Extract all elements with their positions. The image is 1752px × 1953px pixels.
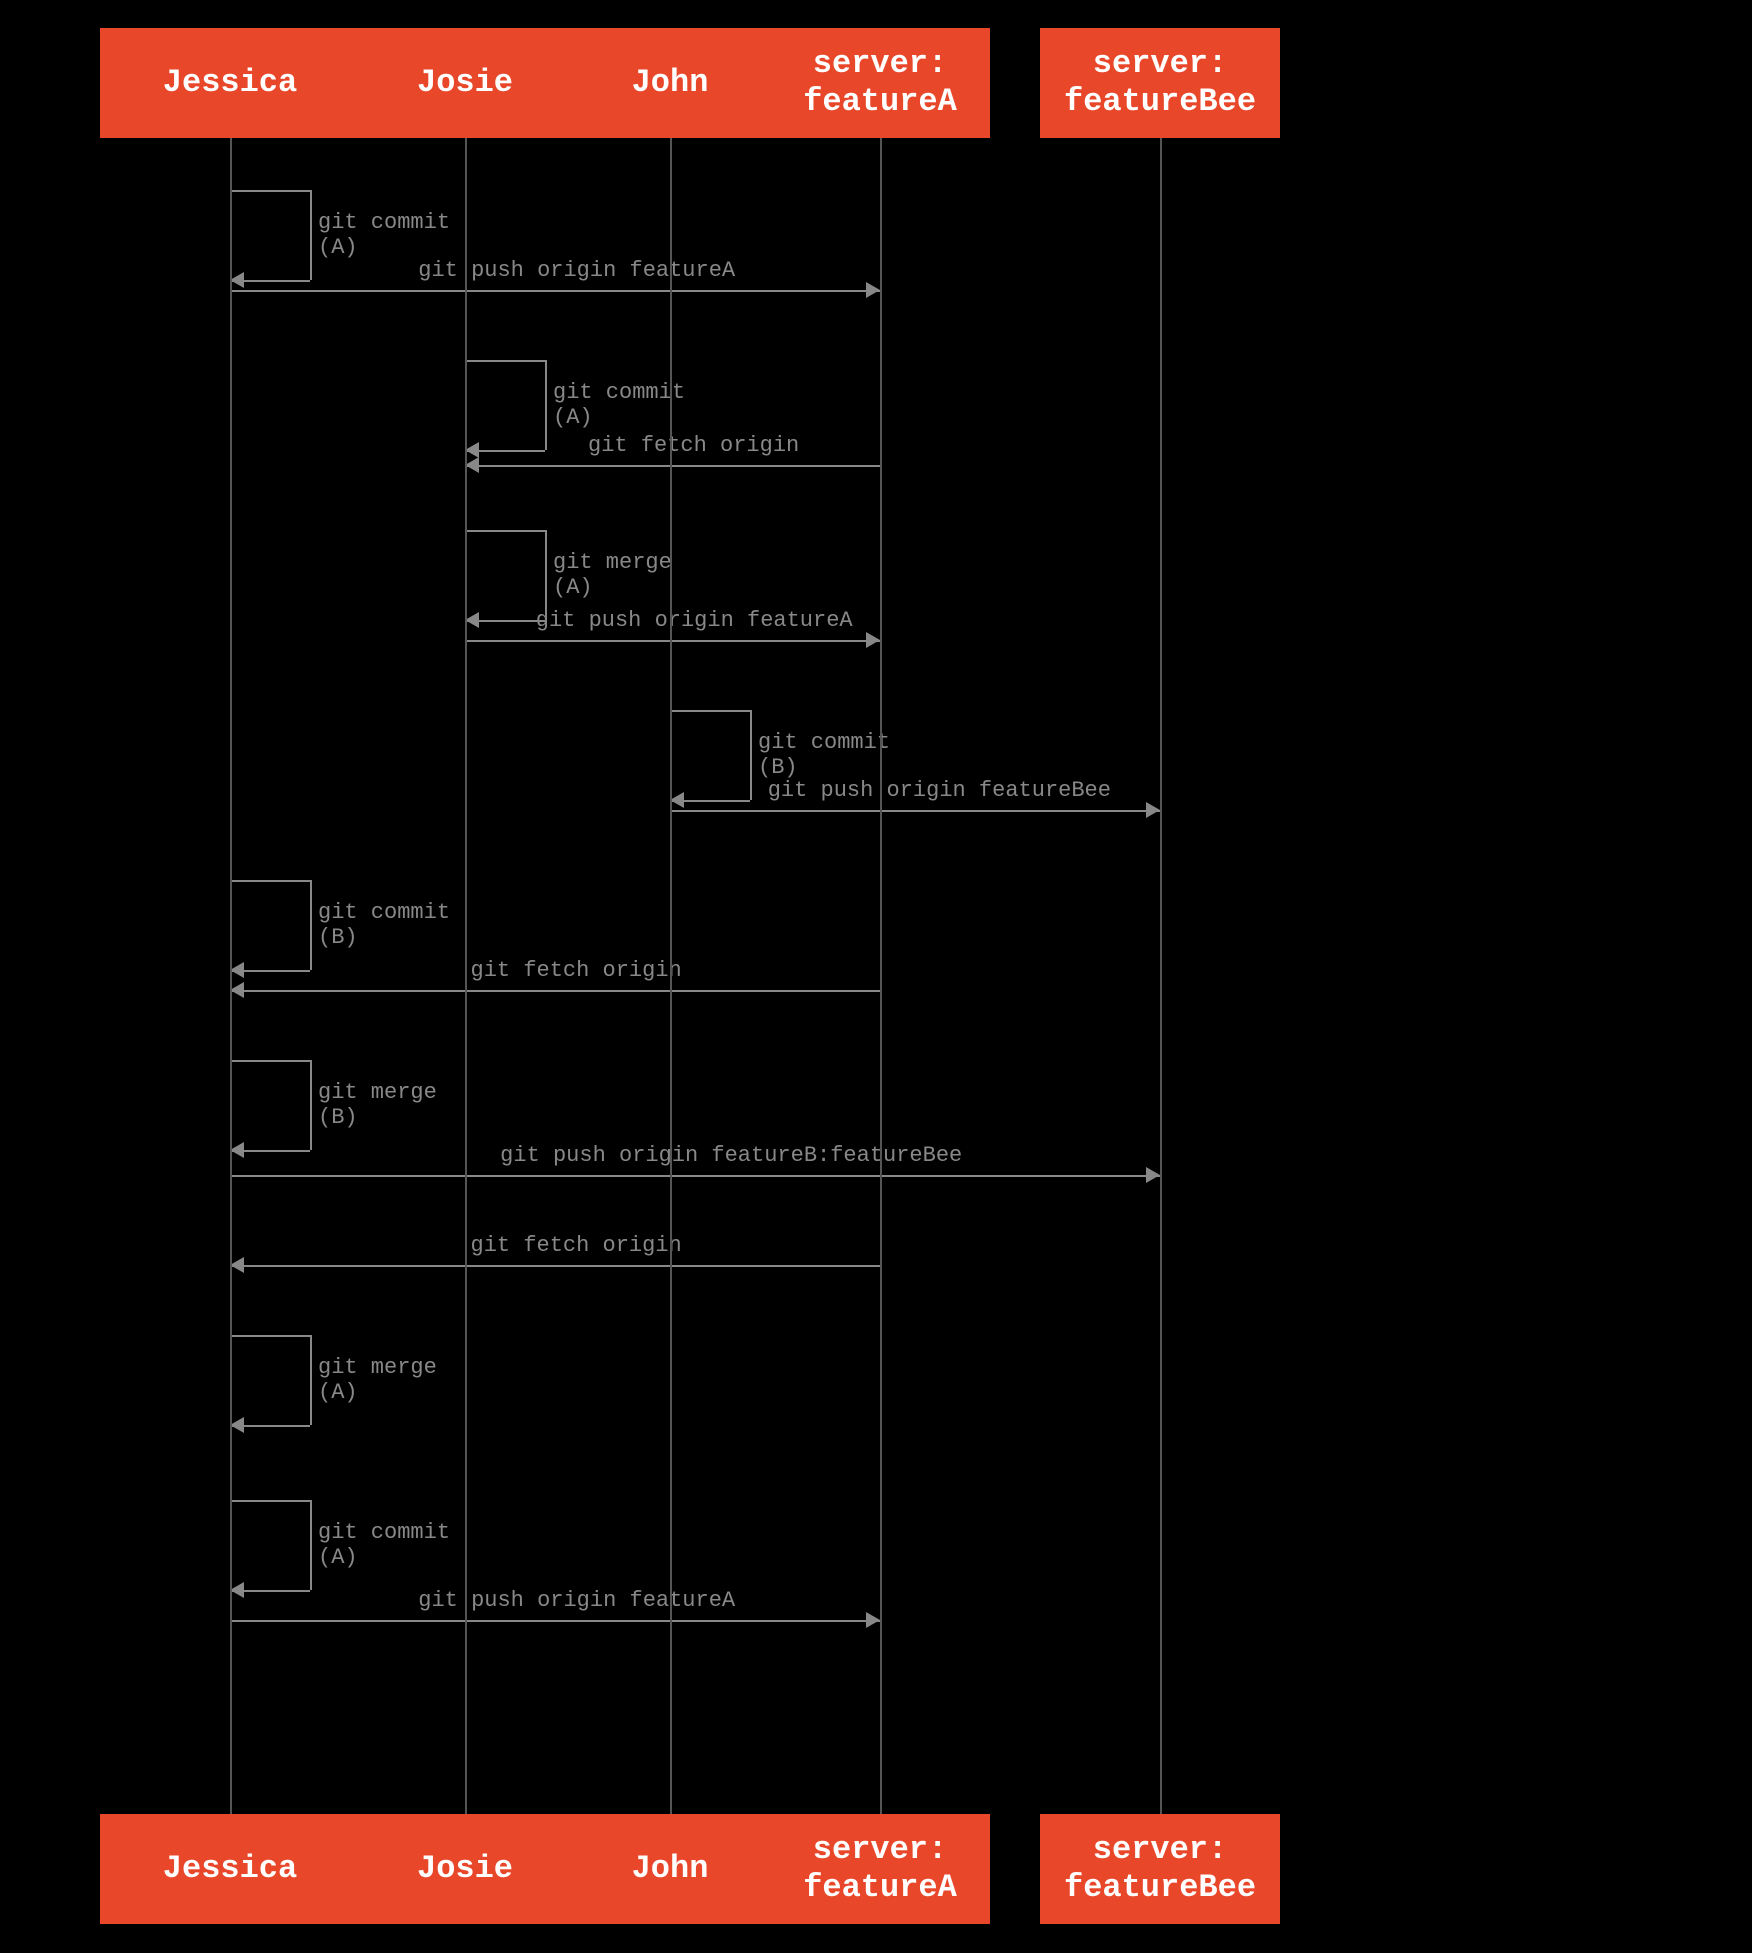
diagram: JessicaJessicaJosieJosieJohnJohnserver: … [0,0,1752,1953]
arrowhead-right [866,282,880,298]
arrow-label: git push origin featureBee [768,778,1111,803]
self-arrow-label: git merge (A) [318,1355,437,1405]
arrow-line [230,1175,1160,1177]
self-arrow-right [310,1500,312,1590]
actor-box-serverfeatureA: server: featureA [770,28,990,138]
arrow-label: git push origin featureB:featureBee [500,1143,962,1168]
actor-box-serverfeatureA: server: featureA [770,1814,990,1924]
arrowhead-self [230,272,244,288]
arrowhead-right [866,632,880,648]
arrowhead-self [230,1417,244,1433]
self-arrow-top [230,1060,310,1062]
arrow-line [465,465,880,467]
self-arrow-top [465,530,545,532]
arrow-line [230,990,880,992]
arrowhead-right [866,1612,880,1628]
arrowhead-self [230,962,244,978]
self-arrow-label: git commit (A) [553,380,685,430]
self-arrow-right [545,360,547,450]
arrow-line [230,1620,880,1622]
arrow-label: git fetch origin [588,433,799,458]
arrow-line [230,290,880,292]
arrow-label: git fetch origin [471,958,682,983]
actor-box-serverfeatureBee: server: featureBee [1040,1814,1280,1924]
arrow-line [670,810,1160,812]
arrowhead-left [465,457,479,473]
self-arrow-label: git commit (A) [318,1520,450,1570]
arrow-line [230,1265,880,1267]
self-arrow-top [230,1335,310,1337]
arrowhead-self [465,612,479,628]
lifeline [230,138,232,1814]
actor-box-John: John [570,1814,770,1924]
arrowhead-left [230,1257,244,1273]
arrowhead-self [230,1582,244,1598]
self-arrow-label: git commit (A) [318,210,450,260]
actor-box-Josie: Josie [360,28,570,138]
self-arrow-right [310,1335,312,1425]
arrow-label: git push origin featureA [536,608,853,633]
self-arrow-label: git merge (B) [318,1080,437,1130]
actor-box-Jessica: Jessica [100,28,360,138]
self-arrow-top [230,1500,310,1502]
self-arrow-label: git commit (B) [318,900,450,950]
self-arrow-right [310,880,312,970]
arrowhead-self [230,1142,244,1158]
arrowhead-right [1146,802,1160,818]
actor-box-Josie: Josie [360,1814,570,1924]
arrow-label: git fetch origin [471,1233,682,1258]
self-arrow-right [545,530,547,620]
lifeline [670,138,672,1814]
self-arrow-top [230,190,310,192]
self-arrow-right [750,710,752,800]
self-arrow-label: git merge (A) [553,550,672,600]
self-arrow-right [310,1060,312,1150]
arrowhead-self [465,442,479,458]
arrowhead-right [1146,1167,1160,1183]
lifeline [465,138,467,1814]
self-arrow-label: git commit (B) [758,730,890,780]
actor-box-serverfeatureBee: server: featureBee [1040,28,1280,138]
lifeline [1160,138,1162,1814]
lifeline [880,138,882,1814]
arrowhead-left [230,982,244,998]
self-arrow-top [230,880,310,882]
actor-box-John: John [570,28,770,138]
self-arrow-top [465,360,545,362]
arrow-line [465,640,880,642]
arrowhead-self [670,792,684,808]
actor-box-Jessica: Jessica [100,1814,360,1924]
self-arrow-top [670,710,750,712]
self-arrow-right [310,190,312,280]
